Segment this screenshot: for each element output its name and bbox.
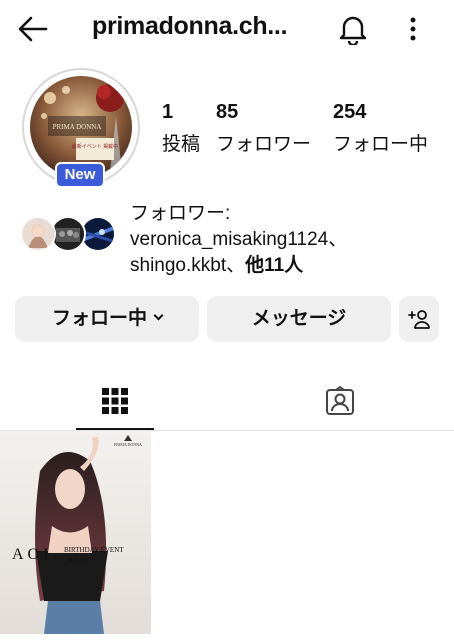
following-button-label: フォロー中 [51, 308, 147, 329]
message-button[interactable]: メッセージ [207, 296, 391, 342]
bell-icon[interactable] [338, 13, 368, 45]
stat-posts-count[interactable]: 1 [162, 101, 173, 124]
avatar-caption-text: 最新イベント 掲載中 [72, 143, 118, 150]
more-vertical-icon[interactable] [402, 14, 424, 44]
followed-by-names-2: shingo.kkbt、 [130, 255, 246, 276]
add-person-icon [408, 310, 430, 329]
stat-following-count[interactable]: 254 [333, 101, 366, 124]
suggest-people-button[interactable] [399, 296, 439, 342]
followed-by-text[interactable]: フォロワー: veronica_misaking1124、 shingo.kkb… [130, 201, 347, 279]
post-title-text: AOI [12, 546, 52, 563]
stat-following-label: フォロー中 [333, 134, 429, 155]
post-thumbnail[interactable]: PRIMA DONNA AOI BIRTHDAY EVENT 2025.Jul. [0, 431, 151, 634]
follower-avatar[interactable] [20, 216, 56, 252]
followed-by-others: 他11人 [245, 255, 304, 276]
stat-followers-label: フォロワー [216, 134, 312, 155]
post-subtitle-text: BIRTHDAY EVENT [64, 546, 124, 554]
profile-username: primadonna.ch... [92, 12, 288, 40]
top-bar: primadonna.ch... [0, 0, 454, 58]
message-button-label: メッセージ [251, 308, 347, 329]
chevron-down-icon [153, 310, 164, 321]
stat-posts-label: 投稿 [162, 134, 201, 155]
followed-by-more: shingo.kkbt、他11人 [130, 253, 347, 279]
avatar-brand-text: PRIMA DONNA [53, 123, 102, 131]
tab-posts-grid[interactable] [76, 372, 154, 430]
tagged-person-icon [326, 386, 354, 415]
tab-tagged[interactable] [300, 372, 380, 430]
new-badge: New [55, 162, 105, 188]
arrow-left-icon[interactable] [18, 16, 48, 42]
followed-by-names: veronica_misaking1124、 [130, 229, 348, 250]
followed-by-label: フォロワー: [130, 203, 231, 224]
post-brand-text: PRIMA DONNA [114, 442, 142, 447]
stat-followers-count[interactable]: 85 [216, 101, 238, 124]
post-date-text: 2025.Jul. [66, 558, 89, 564]
grid-icon [102, 388, 128, 414]
following-button[interactable]: フォロー中 [15, 296, 199, 342]
